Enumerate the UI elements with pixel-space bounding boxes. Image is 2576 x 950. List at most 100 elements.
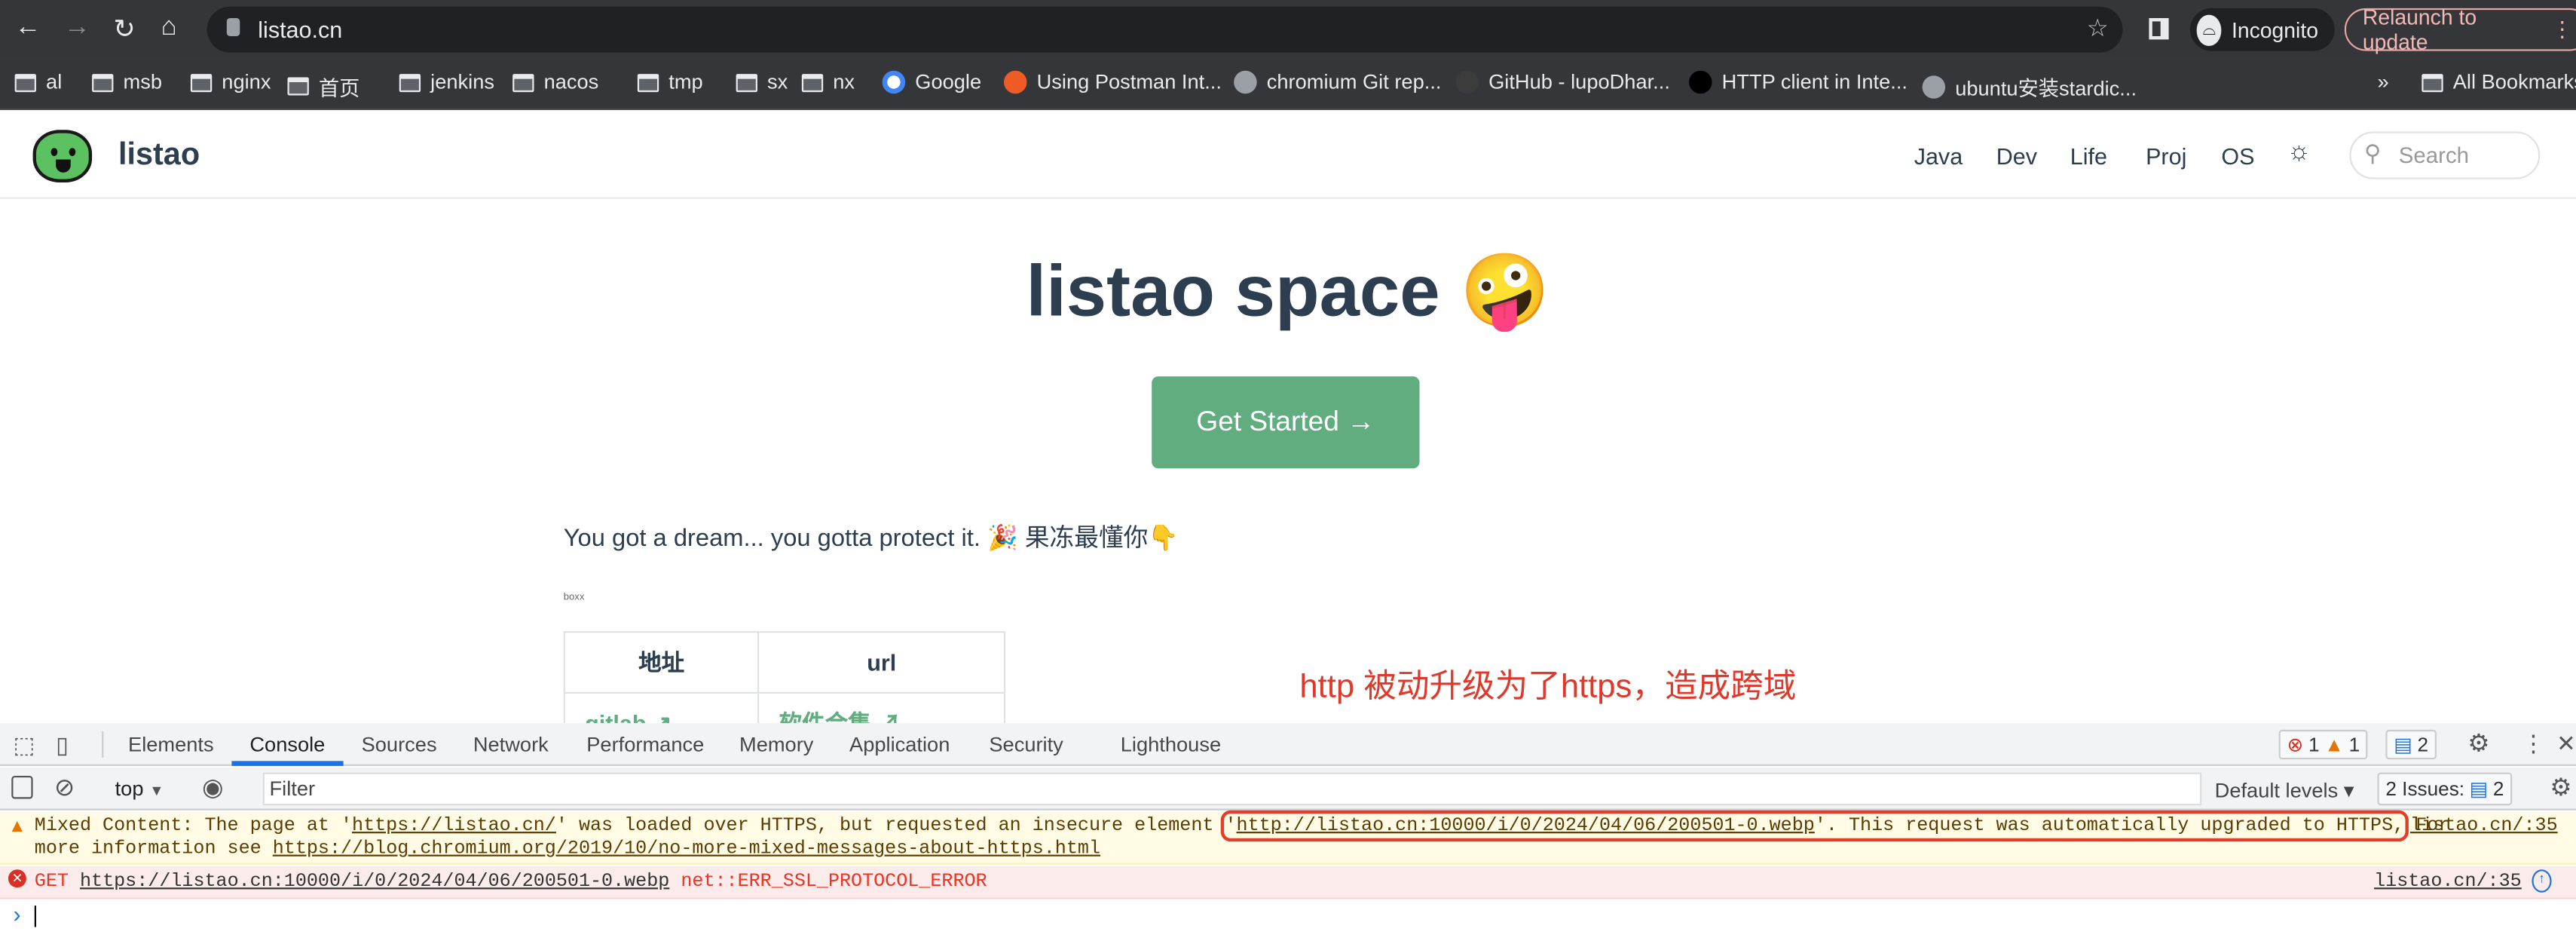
bookmark-item[interactable]: Using Postman Int... [1003,70,1222,94]
star-icon[interactable]: ☆ [2087,13,2109,43]
error-count: 1 [2308,733,2320,756]
bookmark-item[interactable]: GitHub - lupoDhar... [1455,70,1670,94]
bookmark-item[interactable]: chromium Git rep... [1234,70,1441,94]
tab-sources[interactable]: Sources [362,733,437,756]
console-input[interactable] [34,906,36,927]
nav-dev[interactable]: Dev [1996,143,2037,170]
tagline: You got a dream... you gotta protect it.… [563,524,1179,553]
incognito-icon: ⌓ [2196,14,2222,45]
bookmark-item[interactable]: sx [736,71,788,93]
bookmark-item[interactable]: 首页 [287,71,359,102]
devtools-panel: ⬚ ▯ Elements Console Sources Network Per… [0,723,2576,950]
close-icon[interactable]: ✕ [2556,730,2576,758]
tab-console[interactable]: Console [249,733,325,756]
reload-icon[interactable]: ↻ [113,13,135,46]
more-options-icon[interactable]: ⋮ [2522,730,2545,758]
bookmark-item[interactable]: msb [92,71,162,93]
folder-icon [801,73,824,91]
insecure-resource-link[interactable]: http://listao.cn:10000/i/0/2024/04/06/20… [1237,815,1815,836]
issues-button[interactable]: 2 Issues: ▤ 2 [2377,772,2513,806]
log-levels-dropdown[interactable]: Default levels ▾ [2215,777,2354,802]
logo-icon[interactable] [32,130,93,182]
globe-icon [1922,75,1946,98]
table-row: gitlab ↗ 软件合集 ↗ [563,691,1006,724]
nav-proj[interactable]: Proj [2146,143,2186,170]
bookmark-item[interactable]: ubuntu安装stardic... [1922,71,2137,102]
lock-icon[interactable] [226,17,240,36]
broken-image-alt: boxx [563,593,585,604]
page-url-link[interactable]: https://listao.cn/ [352,815,556,836]
bookmark-item[interactable]: nacos [512,71,598,93]
incognito-button[interactable]: ⌓ Incognito [2189,8,2335,51]
nav-os[interactable]: OS [2221,143,2254,170]
all-bookmarks-button[interactable]: All Bookmarks [2422,70,2576,94]
warning-text-part: ' was loaded over HTTPS, but requested a… [555,815,1225,837]
gitlab-link[interactable]: gitlab ↗ [563,691,760,724]
github-icon [1455,70,1479,94]
home-icon[interactable]: ⌂ [161,13,177,42]
bookmark-item[interactable]: jenkins [399,71,494,93]
site-logo-text[interactable]: listao [118,138,200,174]
address-bar[interactable]: listao.cn ☆ [207,6,2123,53]
url-text[interactable]: listao.cn [258,17,342,43]
theme-toggle-icon[interactable]: ☼ [2287,138,2311,167]
software-link[interactable]: 软件合集 ↗ [757,691,1006,724]
console-settings-icon[interactable]: ⚙ [2550,773,2571,802]
broken-image: boxx [564,593,585,603]
warning-text-part: Mixed Content: The page at ' [34,815,353,837]
folder-icon [512,73,534,91]
info-counter[interactable]: ▤ 2 [2385,729,2437,760]
tab-elements[interactable]: Elements [128,733,214,756]
bookmark-item[interactable]: tmp [637,71,703,93]
settings-icon[interactable]: ⚙ [2467,728,2489,758]
tab-lighthouse[interactable]: Lighthouse [1121,733,1221,756]
filter-input[interactable]: Filter [262,772,2202,806]
inspect-element-icon[interactable]: ⬚ [13,731,35,759]
clear-console-icon[interactable]: ⊘ [54,773,75,802]
site-header: listao Java Dev Life Proj OS ☼ ⚲ Search [0,110,2576,199]
side-panel-icon[interactable] [2149,17,2169,40]
all-bookmarks-label: All Bookmarks [2452,70,2576,94]
bookmark-item[interactable]: HTTP client in Inte... [1689,70,1908,94]
warning-source-link[interactable]: listao.cn/:35 [2410,815,2558,836]
error-url-link[interactable]: https://listao.cn:10000/i/0/2024/04/06/2… [80,871,669,892]
bookmark-label: nginx [222,70,271,94]
folder-icon [14,73,36,91]
more-icon[interactable]: ⋮ [2552,17,2573,43]
bookmark-item[interactable]: Google [882,70,981,94]
relaunch-button[interactable]: Relaunch to update ⋮ [2344,5,2576,54]
bookmark-item[interactable]: nginx [190,70,271,94]
search-input[interactable]: ⚲ Search [2349,131,2541,179]
live-expression-eye-icon[interactable]: ◉ [202,773,224,802]
bookmark-label: GitHub - lupoDhar... [1488,70,1670,94]
tab-memory[interactable]: Memory [739,733,813,756]
bookmark-item[interactable]: nx [801,71,855,93]
context-selector[interactable]: top ▼ [115,777,164,801]
bookmark-item[interactable]: al [14,70,63,94]
nav-life[interactable]: Life [2070,143,2107,170]
tab-network[interactable]: Network [473,733,549,756]
blog-link[interactable]: https://blog.chromium.org/2019/10/no-mor… [273,838,1100,860]
tab-application[interactable]: Application [849,733,950,756]
tab-security[interactable]: Security [989,733,1063,756]
error-source-link[interactable]: listao.cn/:35 [2374,871,2522,892]
bookmark-label: Using Postman Int... [1036,70,1222,94]
table-header: url [757,631,1006,694]
network-request-icon[interactable]: ↑ [2532,869,2552,893]
device-toolbar-icon[interactable]: ▯ [56,731,69,759]
console-warning-message: ▲ Mixed Content: The page at 'https://li… [0,810,2576,865]
jetbrains-icon [1689,70,1712,94]
tab-performance[interactable]: Performance [586,733,704,756]
warning-text-part: ' [1225,815,1237,837]
back-icon[interactable]: ← [15,13,41,42]
error-warning-counter[interactable]: ⊗ 1 ▲ 1 [2278,729,2369,760]
sidebar-toggle-icon[interactable] [11,775,33,799]
nav-java[interactable]: Java [1914,143,1963,170]
warning-text-part: '. This request was automatically upgrad… [1814,815,2405,837]
error-method: GET [34,871,69,893]
get-started-button[interactable]: Get Started → [1152,376,1420,469]
bookmark-label: al [46,70,63,94]
bookmarks-overflow-button[interactable]: » [2377,71,2388,94]
globe-icon [1234,70,1257,94]
forward-icon[interactable]: → [64,13,90,42]
